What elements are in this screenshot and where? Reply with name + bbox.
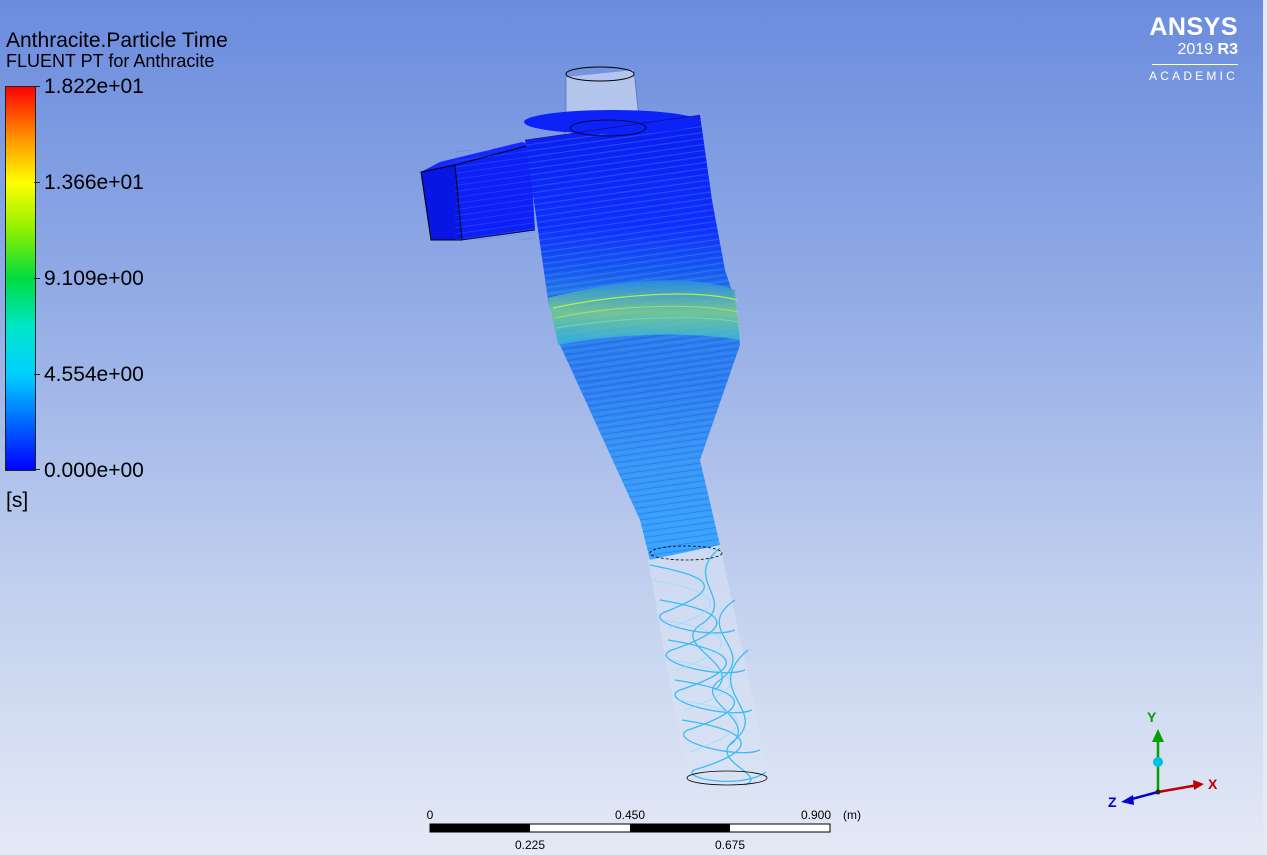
inlet-duct xyxy=(420,142,536,241)
legend-subtitle: FLUENT PT for Anthracite xyxy=(6,51,215,71)
cyclone-render[interactable] xyxy=(0,0,1267,855)
scale-label-bottom: 0.675 xyxy=(714,838,746,852)
scale-bar xyxy=(429,823,831,833)
logo-version-release: R3 xyxy=(1217,41,1238,58)
scale-label-top: 0.450 xyxy=(614,808,646,822)
legend-title: Anthracite.Particle Time xyxy=(6,29,228,52)
color-bar xyxy=(5,86,36,471)
cyclone-body-tracks xyxy=(524,110,740,560)
legend-tick-mark xyxy=(34,86,40,87)
legend-tick-label: 1.366e+01 xyxy=(44,171,144,194)
legend-tick-label: 0.000e+00 xyxy=(44,459,144,482)
legend-tick-mark xyxy=(34,278,40,279)
axis-triad xyxy=(1121,729,1204,805)
triad-z-label: Z xyxy=(1108,794,1117,810)
logo-brand: ANSYS xyxy=(1149,13,1238,41)
legend-tick-mark xyxy=(34,182,40,183)
ansys-logo: ANSYS 2019 R3 ACADEMIC xyxy=(1149,14,1238,83)
legend-tick-mark xyxy=(34,374,40,375)
legend-tick-label: 9.109e+00 xyxy=(44,267,144,290)
logo-divider xyxy=(1152,64,1238,65)
scale-label-top: 0.900 xyxy=(800,808,832,822)
graphics-viewport[interactable]: Anthracite.Particle Time FLUENT PT for A… xyxy=(0,0,1267,855)
dust-outlet-helix xyxy=(648,545,768,786)
logo-edition: ACADEMIC xyxy=(1149,69,1238,83)
scale-label-bottom: 0.225 xyxy=(514,838,546,852)
legend-tick-mark xyxy=(34,469,40,470)
logo-version: 2019 R3 xyxy=(1149,41,1239,58)
logo-version-year: 2019 xyxy=(1177,41,1214,58)
legend-units: [s] xyxy=(6,489,29,512)
legend-tick-label: 1.822e+01 xyxy=(44,75,144,98)
triad-y-label: Y xyxy=(1147,709,1157,725)
scale-units: (m) xyxy=(843,808,861,822)
triad-x-label: X xyxy=(1208,776,1218,792)
scale-label-top: 0 xyxy=(426,808,434,822)
legend-tick-label: 4.554e+00 xyxy=(44,363,144,386)
